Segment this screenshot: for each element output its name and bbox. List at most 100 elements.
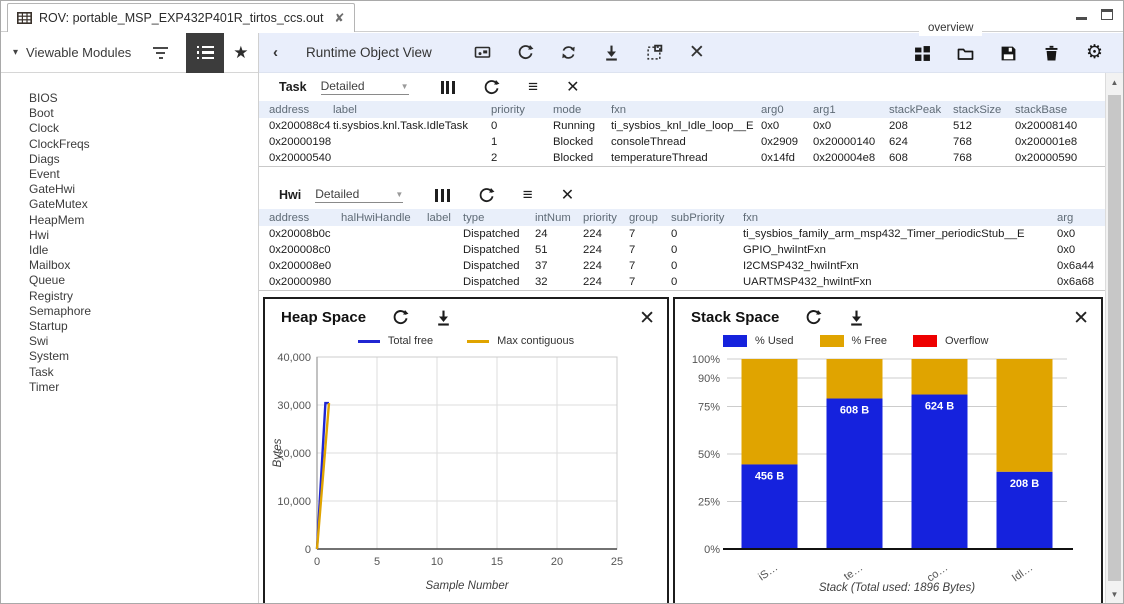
sidebar-title: Viewable Modules: [26, 45, 131, 60]
column-header-mode[interactable]: mode: [553, 104, 611, 116]
close-section-icon[interactable]: ✕: [566, 77, 579, 97]
columns-icon[interactable]: [441, 81, 456, 94]
sidebar-item-gatehwi[interactable]: GateHwi: [29, 182, 258, 197]
sidebar-item-system[interactable]: System: [29, 349, 258, 364]
refresh-icon[interactable]: [805, 309, 822, 326]
save-icon[interactable]: [1000, 45, 1017, 62]
download-icon[interactable]: [603, 44, 620, 61]
column-header-subPriority[interactable]: subPriority: [671, 212, 743, 224]
column-header-intNum[interactable]: intNum: [535, 212, 583, 224]
sidebar-item-semaphore[interactable]: Semaphore: [29, 304, 258, 319]
close-icon[interactable]: ✕: [1073, 307, 1089, 330]
table-row[interactable]: 0x200008c0Dispatched5122470GPIO_hwiIntFx…: [259, 242, 1107, 258]
column-header-address[interactable]: address: [259, 104, 333, 116]
list-view-button[interactable]: [186, 33, 224, 73]
column-header-address[interactable]: address: [259, 212, 341, 224]
column-header-stackSize[interactable]: stackSize: [953, 104, 1015, 116]
table-cell: 0x20000540: [259, 152, 333, 164]
sidebar-item-hwi[interactable]: Hwi: [29, 228, 258, 243]
column-header-priority[interactable]: priority: [491, 104, 553, 116]
refresh-icon[interactable]: [392, 309, 409, 326]
table-row[interactable]: 0x200005402BlockedtemperatureThread0x14f…: [259, 150, 1107, 166]
sidebar-item-timer[interactable]: Timer: [29, 380, 258, 395]
sidebar-item-diags[interactable]: Diags: [29, 152, 258, 167]
auto-refresh-icon[interactable]: [560, 44, 577, 61]
sidebar-item-bios[interactable]: BIOS: [29, 91, 258, 106]
table-cell: 624: [889, 136, 953, 148]
task-view-mode-select[interactable]: Detailed ▼: [321, 79, 409, 95]
column-header-fxn[interactable]: fxn: [611, 104, 761, 116]
columns-icon[interactable]: [435, 189, 450, 202]
sidebar-item-mailbox[interactable]: Mailbox: [29, 258, 258, 273]
table-cell: 768: [953, 136, 1015, 148]
column-header-stackBase[interactable]: stackBase: [1015, 104, 1107, 116]
minimize-icon[interactable]: [1076, 7, 1087, 25]
legend-label: Total free: [388, 335, 433, 347]
sidebar-item-swi[interactable]: Swi: [29, 334, 258, 349]
sidebar-item-clockfreqs[interactable]: ClockFreqs: [29, 137, 258, 152]
table-row[interactable]: 0x200001981BlockedconsoleThread0x29090x2…: [259, 134, 1107, 150]
sidebar-item-event[interactable]: Event: [29, 167, 258, 182]
column-header-label[interactable]: label: [333, 104, 491, 116]
close-section-icon[interactable]: ✕: [561, 185, 574, 205]
column-header-arg1[interactable]: arg1: [813, 104, 889, 116]
hwi-view-mode-select[interactable]: Detailed ▼: [315, 187, 403, 203]
column-header-priority[interactable]: priority: [583, 212, 629, 224]
menu-icon[interactable]: ≡: [523, 190, 533, 200]
maximize-icon[interactable]: [1101, 7, 1113, 25]
sidebar-item-gatemutex[interactable]: GateMutex: [29, 197, 258, 212]
column-header-arg0[interactable]: arg0: [761, 104, 813, 116]
scroll-down-icon[interactable]: ▼: [1106, 587, 1123, 603]
close-view-icon[interactable]: ✕: [689, 46, 705, 60]
detach-view-icon[interactable]: [646, 44, 663, 61]
svg-text:50%: 50%: [698, 449, 720, 461]
refresh-icon[interactable]: [478, 187, 495, 204]
table-row[interactable]: 0x20008b0cDispatched2422470ti_sysbios_fa…: [259, 226, 1107, 242]
sidebar-item-heapmem[interactable]: HeapMem: [29, 213, 258, 228]
table-cell: 32: [535, 276, 583, 288]
sidebar-item-startup[interactable]: Startup: [29, 319, 258, 334]
chevron-down-icon: ▼: [401, 82, 409, 91]
sidebar-item-clock[interactable]: Clock: [29, 121, 258, 136]
task-toolbar: Task Detailed ▼ ≡ ✕: [259, 73, 1107, 101]
collapse-caret-icon[interactable]: ▾: [13, 47, 18, 58]
device-view-icon[interactable]: [474, 44, 491, 61]
tab-close-icon[interactable]: ✘: [334, 11, 344, 25]
favorites-star-icon[interactable]: ★: [224, 43, 258, 63]
column-header-fxn[interactable]: fxn: [743, 212, 1057, 224]
column-header-stackPeak[interactable]: stackPeak: [889, 104, 953, 116]
column-header-halHwiHandle[interactable]: halHwiHandle: [341, 212, 427, 224]
scrollbar-thumb[interactable]: [1108, 95, 1121, 581]
task-view-mode-value: Detailed: [321, 79, 365, 93]
open-folder-icon[interactable]: [957, 45, 974, 62]
table-row[interactable]: 0x200008e0Dispatched3722470I2CMSP432_hwi…: [259, 258, 1107, 274]
refresh-icon[interactable]: [483, 79, 500, 96]
back-chevron-icon[interactable]: ‹: [273, 44, 278, 61]
dashboard-grid-icon[interactable]: [914, 45, 931, 62]
download-icon[interactable]: [848, 309, 865, 326]
table-row[interactable]: 0x200088c4ti.sysbios.knl.Task.IdleTask0R…: [259, 118, 1107, 134]
settings-gear-icon[interactable]: ⚙: [1086, 44, 1103, 62]
close-icon[interactable]: ✕: [639, 307, 655, 330]
filter-icon[interactable]: [153, 47, 168, 59]
menu-icon[interactable]: ≡: [528, 82, 538, 92]
sidebar-item-queue[interactable]: Queue: [29, 273, 258, 288]
column-header-arg[interactable]: arg: [1057, 212, 1107, 224]
column-header-type[interactable]: type: [463, 212, 535, 224]
sidebar-item-task[interactable]: Task: [29, 365, 258, 380]
table-row[interactable]: 0x20000980Dispatched3222470UARTMSP432_hw…: [259, 274, 1107, 290]
legend-swatch: [358, 340, 380, 343]
refresh-icon[interactable]: [517, 44, 534, 61]
vertical-scrollbar[interactable]: ▲ ▼: [1105, 73, 1123, 604]
rov-editor-tab[interactable]: ROV: portable_MSP_EXP432P401R_tirtos_ccs…: [7, 3, 355, 32]
scroll-up-icon[interactable]: ▲: [1106, 75, 1123, 91]
table-cell: 0: [491, 120, 553, 132]
table-cell: ti_sysbios_knl_Idle_loop__E: [611, 120, 761, 132]
column-header-group[interactable]: group: [629, 212, 671, 224]
download-icon[interactable]: [435, 309, 452, 326]
trash-icon[interactable]: [1043, 45, 1060, 62]
sidebar-item-boot[interactable]: Boot: [29, 106, 258, 121]
column-header-label[interactable]: label: [427, 212, 463, 224]
sidebar-item-registry[interactable]: Registry: [29, 289, 258, 304]
sidebar-item-idle[interactable]: Idle: [29, 243, 258, 258]
